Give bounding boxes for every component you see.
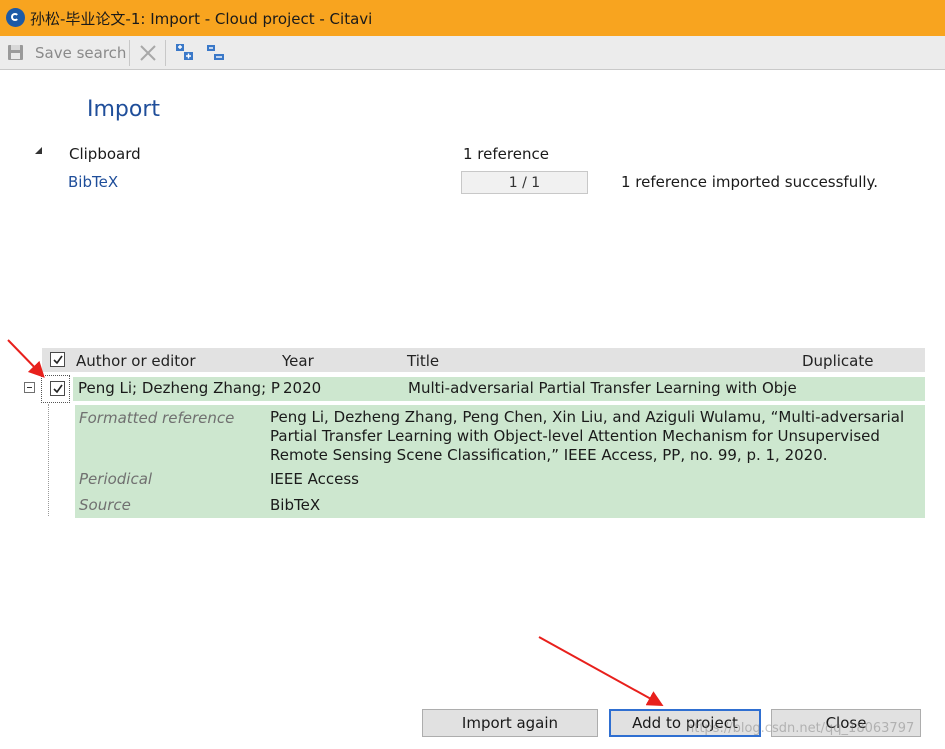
periodical-label: Periodical xyxy=(79,470,153,488)
import-again-button[interactable]: Import again xyxy=(422,709,598,737)
collapse-triangle-icon[interactable] xyxy=(34,146,43,155)
page-title: Import xyxy=(87,97,161,122)
formatted-reference-line: Peng Li, Dezheng Zhang, Peng Chen, Xin L… xyxy=(270,408,905,426)
source-group-count: 1 reference xyxy=(463,145,549,163)
formatted-reference-label: Formatted reference xyxy=(79,409,235,427)
close-icon[interactable] xyxy=(138,43,158,63)
progress-text: 1 / 1 xyxy=(508,174,541,191)
import-progress-bar: 1 / 1 xyxy=(461,171,588,194)
formatted-reference-value: Peng Li, Dezheng Zhang, Peng Chen, Xin L… xyxy=(270,408,904,465)
expand-tree-icon[interactable] xyxy=(175,43,195,63)
collapse-tree-icon[interactable] xyxy=(205,43,225,63)
column-header-year[interactable]: Year xyxy=(282,352,314,370)
row-year: 2020 xyxy=(283,379,322,397)
window-title: 孙松-毕业论文-1: Import - Cloud project - Cita… xyxy=(30,10,373,28)
source-group-label: Clipboard xyxy=(69,145,141,163)
formatted-reference-line: Partial Transfer Learning with Object-le… xyxy=(270,427,880,445)
row-checkbox[interactable] xyxy=(50,381,65,396)
select-all-checkbox[interactable] xyxy=(50,352,65,367)
column-header-duplicate[interactable]: Duplicate xyxy=(802,352,873,370)
toolbar-divider xyxy=(129,40,130,66)
arrow-to-add-button xyxy=(538,636,664,706)
save-search-button[interactable]: Save search xyxy=(35,44,126,62)
tree-connector xyxy=(48,404,49,516)
collapse-row-icon[interactable] xyxy=(24,382,35,393)
source-label: Source xyxy=(79,496,131,514)
checkmark-icon xyxy=(53,384,63,394)
column-header-title[interactable]: Title xyxy=(407,352,439,370)
import-status-text: 1 reference imported successfully. xyxy=(621,173,879,191)
citavi-logo-icon xyxy=(6,8,25,27)
source-value: BibTeX xyxy=(270,496,321,514)
floppy-disk-icon[interactable] xyxy=(7,44,24,61)
formatted-reference-line: Remote Sensing Scene Classification,” IE… xyxy=(270,446,828,464)
row-title: Multi-adversarial Partial Transfer Learn… xyxy=(408,379,797,397)
source-item-bibtex[interactable]: BibTeX xyxy=(68,173,118,191)
row-author: Peng Li; Dezheng Zhang; P xyxy=(78,379,280,397)
checkmark-icon xyxy=(53,355,63,365)
column-header-author[interactable]: Author or editor xyxy=(76,352,196,370)
watermark: https://blog.csdn.net/qq_18063797 xyxy=(686,721,915,736)
toolbar-divider xyxy=(165,40,166,66)
arrow-to-checkbox xyxy=(7,339,45,378)
periodical-value: IEEE Access xyxy=(270,470,359,488)
